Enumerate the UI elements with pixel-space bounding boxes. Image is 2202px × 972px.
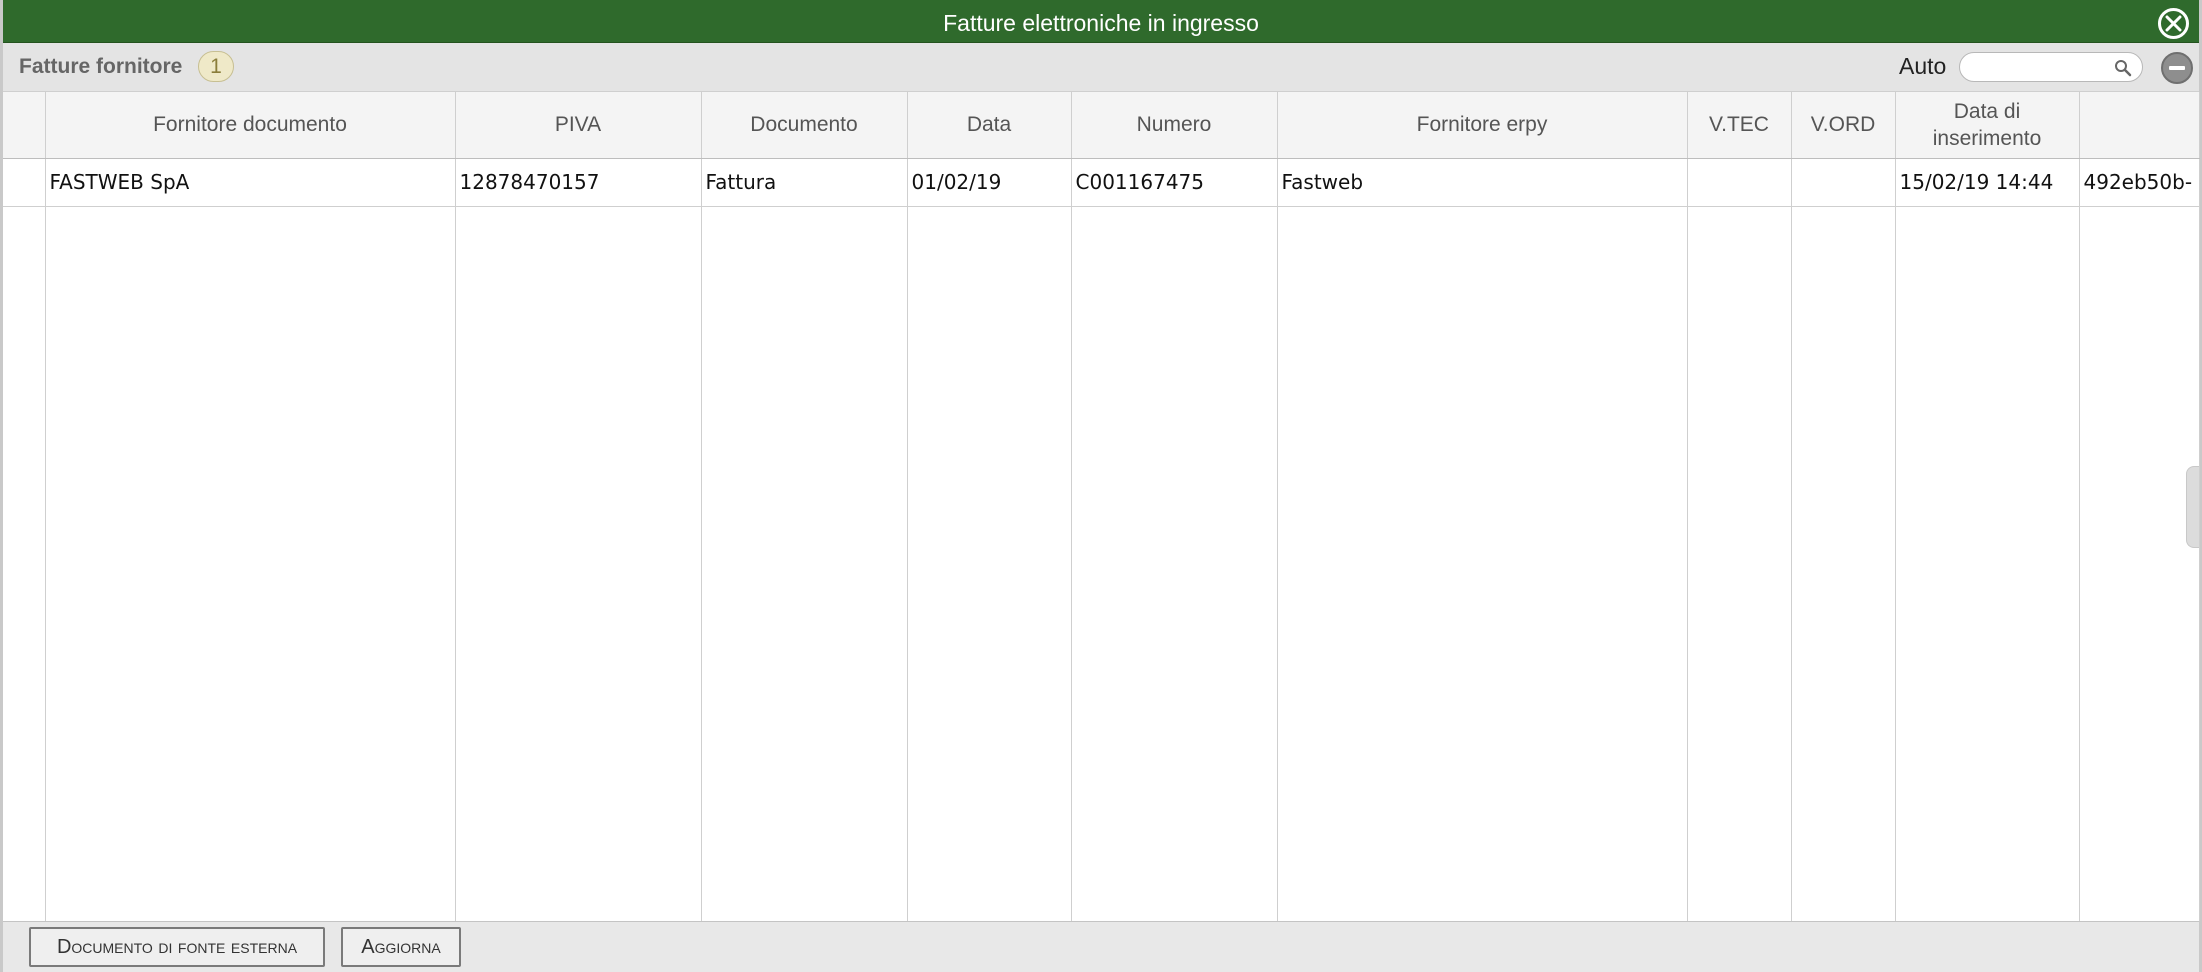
search-box[interactable]: [1959, 52, 2143, 82]
table-header-row: Fornitore documento PIVA Documento Data …: [3, 92, 2200, 159]
close-icon: [2165, 15, 2182, 32]
cell-vtec[interactable]: [1687, 158, 1792, 207]
cell-supplier-erpy[interactable]: Fastweb: [1277, 158, 1688, 207]
auto-label: Auto: [1899, 53, 1947, 79]
empty-cell: [1277, 206, 1688, 921]
table-row[interactable]: FASTWEB SpA 12878470157 Fattura 01/02/19…: [3, 158, 2200, 207]
cell-insert-date[interactable]: 15/02/19 14:44: [1895, 158, 2080, 207]
column-header-number[interactable]: Numero: [1071, 92, 1278, 159]
column-header-supplier-document[interactable]: Fornitore documento: [45, 92, 456, 159]
cell-date[interactable]: 01/02/19: [907, 158, 1072, 207]
toolbar: Fatture fornitore 1 Auto: [3, 43, 2199, 92]
search-input[interactable]: [1974, 56, 2104, 78]
column-header-vtec[interactable]: V.TEC: [1687, 92, 1792, 159]
empty-cell: [3, 206, 46, 921]
cell-id[interactable]: 492eb50b-: [2079, 158, 2200, 207]
scroll-handle[interactable]: [2186, 466, 2199, 548]
minus-icon: [2169, 66, 2185, 70]
invoice-table: Fornitore documento PIVA Documento Data …: [3, 92, 2200, 922]
column-header-select[interactable]: [3, 92, 46, 159]
column-header-id[interactable]: [2079, 92, 2200, 159]
remove-button[interactable]: [2161, 52, 2193, 84]
footer-bar: Documento di fonte esterna Aggiorna: [3, 921, 2199, 972]
column-header-date[interactable]: Data: [907, 92, 1072, 159]
close-button[interactable]: [2158, 8, 2189, 39]
window-title: Fatture elettroniche in ingresso: [943, 10, 1259, 36]
search-icon[interactable]: [2114, 59, 2132, 77]
refresh-button[interactable]: Aggiorna: [341, 927, 461, 967]
empty-cell: [455, 206, 702, 921]
column-header-document[interactable]: Documento: [701, 92, 908, 159]
cell-piva[interactable]: 12878470157: [455, 158, 702, 207]
empty-cell: [1687, 206, 1792, 921]
column-header-piva[interactable]: PIVA: [455, 92, 702, 159]
title-bar: Fatture elettroniche in ingresso: [3, 0, 2199, 43]
empty-area: [3, 206, 2200, 921]
empty-cell: [45, 206, 456, 921]
empty-cell: [907, 206, 1072, 921]
empty-cell: [1071, 206, 1278, 921]
count-badge: 1: [198, 51, 234, 82]
column-header-insert-date[interactable]: Data di inserimento: [1895, 92, 2080, 159]
empty-cell: [701, 206, 908, 921]
column-header-supplier-erpy[interactable]: Fornitore erpy: [1277, 92, 1688, 159]
empty-cell: [2079, 206, 2200, 921]
empty-cell: [1895, 206, 2080, 921]
column-header-vord[interactable]: V.ORD: [1791, 92, 1896, 159]
external-document-button[interactable]: Documento di fonte esterna: [29, 927, 325, 967]
cell-select[interactable]: [3, 158, 46, 207]
section-title: Fatture fornitore: [19, 55, 183, 78]
invoices-window: Fatture elettroniche in ingresso Fatture…: [0, 0, 2202, 972]
cell-supplier-document[interactable]: FASTWEB SpA: [45, 158, 456, 207]
cell-number[interactable]: C001167475: [1071, 158, 1278, 207]
cell-vord[interactable]: [1791, 158, 1896, 207]
cell-document[interactable]: Fattura: [701, 158, 908, 207]
empty-cell: [1791, 206, 1896, 921]
